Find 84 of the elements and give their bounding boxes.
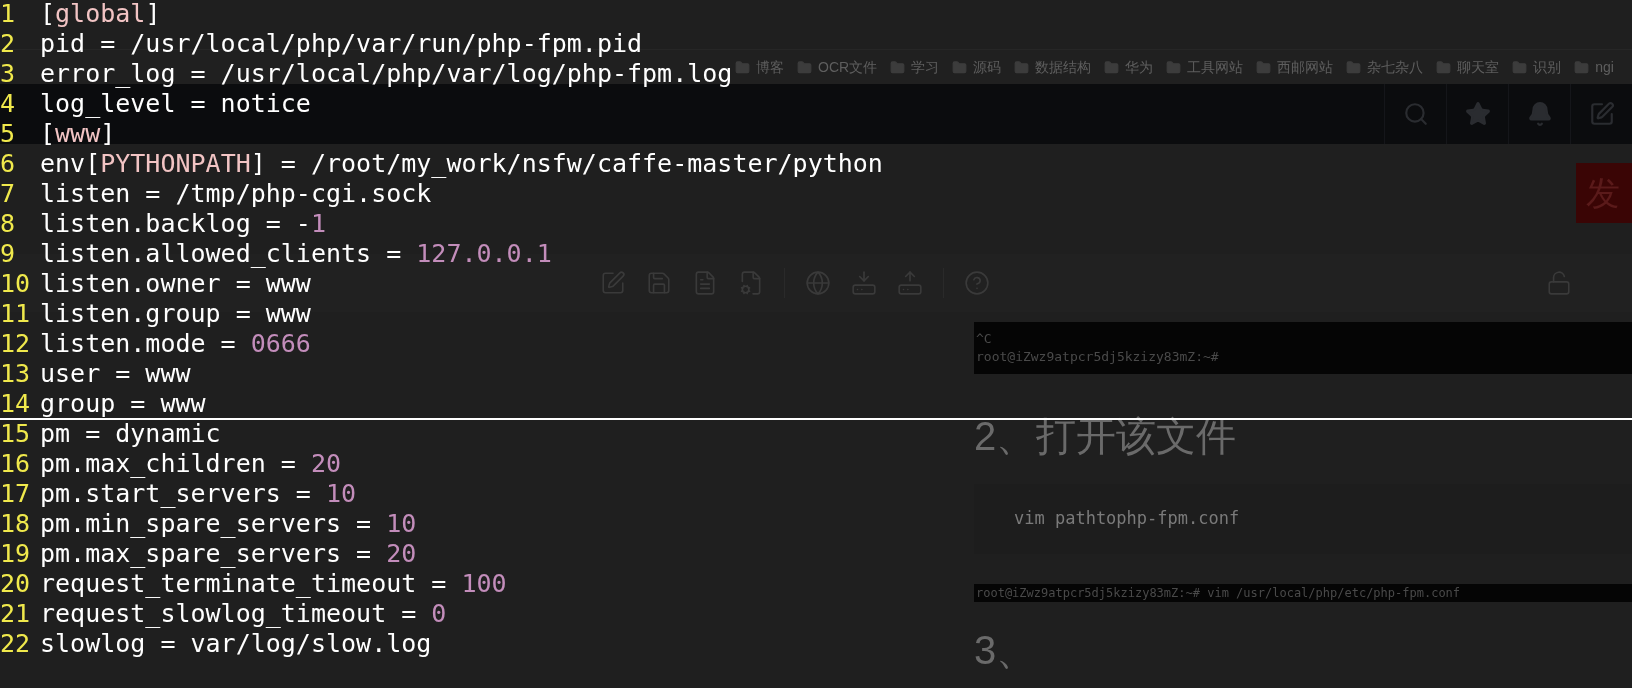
code-line: env[PYTHONPATH] = /root/my_work/nsfw/caffe-master/python (40, 150, 883, 178)
code-line: pm.min_spare_servers = 10 (40, 510, 417, 538)
folder-icon (1512, 59, 1528, 75)
bookmark[interactable]: ngi (1595, 56, 1614, 78)
folder-icon (1436, 59, 1452, 75)
star-icon[interactable] (1464, 101, 1491, 127)
code-line: request_terminate_timeout = 100 (40, 570, 507, 598)
save-icon[interactable] (646, 270, 672, 296)
bookmark[interactable]: 工具网站 (1187, 56, 1244, 78)
bookmark[interactable]: 识别 (1533, 56, 1562, 78)
line-number: 4 (0, 90, 17, 118)
code-line: listen.allowed_clients = 127.0.0.1 (40, 240, 552, 268)
line-number: 8 (0, 210, 17, 238)
edit-icon[interactable] (1588, 101, 1615, 127)
line-number: 12 (0, 330, 32, 358)
bookmark[interactable]: 华为 (1125, 56, 1154, 78)
code-line: error_log = /usr/local/php/var/log/php-fpm.log (40, 60, 733, 88)
code-line: listen.group = www (40, 300, 311, 328)
code-line: pm.max_children = 20 (40, 450, 342, 478)
code-line: listen.mode = 0666 (40, 330, 311, 358)
terminal-line: ^C (976, 330, 993, 348)
folder-icon (1256, 59, 1272, 75)
code-line: log_level = notice (40, 90, 311, 118)
folder-icon (1346, 59, 1362, 75)
code-line: group = www (40, 390, 206, 418)
line-number: 10 (0, 270, 32, 298)
download-icon[interactable] (851, 270, 877, 296)
code-line: pm.max_spare_servers = 20 (40, 540, 417, 568)
code-line: listen.backlog = -1 (40, 210, 326, 238)
folder-icon (1574, 59, 1590, 75)
bell-icon[interactable] (1526, 101, 1553, 127)
line-number: 5 (0, 120, 17, 148)
line-number: 21 (0, 600, 32, 628)
line-number: 9 (0, 240, 17, 268)
code-line: [global] (40, 0, 161, 28)
section-heading: 2、打开该文件 (974, 413, 1238, 460)
folder-icon (890, 59, 906, 75)
line-number: 13 (0, 360, 32, 388)
code-line: request_slowlog_timeout = 0 (40, 600, 447, 628)
line-number: 3 (0, 60, 17, 88)
folder-icon (1014, 59, 1030, 75)
code-line: listen.owner = www (40, 270, 311, 298)
bookmark[interactable]: 数据结构 (1035, 56, 1092, 78)
bookmark[interactable]: 源码 (973, 56, 1002, 78)
line-number: 2 (0, 30, 17, 58)
folder-icon (797, 59, 812, 75)
line-number: 16 (0, 450, 32, 478)
folder-icon (952, 59, 968, 75)
terminal-line: root@iZwz9atpcr5dj5kzizy83mZ:~# (976, 348, 1220, 366)
code-line: pm.start_servers = 10 (40, 480, 357, 508)
lock-icon[interactable] (1546, 270, 1572, 296)
code-line: slowlog = var/log/slow.log (40, 630, 432, 658)
search-icon[interactable] (1402, 101, 1429, 127)
folder-icon (1166, 59, 1182, 75)
bookmark[interactable]: 杂七杂八 (1367, 56, 1424, 78)
edit-icon[interactable] (600, 270, 626, 296)
code-line: [www] (40, 120, 116, 148)
line-number: 7 (0, 180, 17, 208)
line-number: 11 (0, 300, 32, 328)
line-number: 19 (0, 540, 32, 568)
code-line: user = www (40, 360, 191, 388)
bookmark[interactable]: 博客 (756, 56, 784, 78)
line-number: 17 (0, 480, 32, 508)
line-number: 22 (0, 630, 32, 658)
line-number: 6 (0, 150, 17, 178)
terminal-line: root@iZwz9atpcr5dj5kzizy83mZ:~# vim /usr/local/php/etc/php-fpm.conf (976, 585, 1461, 602)
folder-icon (1104, 59, 1120, 75)
upload-icon[interactable] (897, 270, 923, 296)
code-text: vim pathtophp-fpm.conf (1014, 507, 1240, 531)
code-line: pid = /usr/local/php/var/run/php-fpm.pid (40, 30, 643, 58)
help-icon[interactable] (964, 270, 990, 296)
section-heading: 3、 (974, 630, 1038, 670)
bookmark[interactable]: 西邮网站 (1277, 56, 1334, 78)
line-number: 18 (0, 510, 32, 538)
line-number: 15 (0, 420, 32, 448)
code-line: listen = /tmp/php-cgi.sock (40, 180, 432, 208)
folder-icon (735, 59, 750, 75)
line-number: 20 (0, 570, 32, 598)
bookmark[interactable]: OCR文件 (818, 56, 878, 78)
globe-icon[interactable] (805, 270, 831, 296)
line-number: 14 (0, 390, 32, 418)
line-number: 1 (0, 0, 17, 28)
bookmark[interactable]: 聊天室 (1457, 56, 1500, 78)
code-line: pm = dynamic (40, 420, 221, 448)
